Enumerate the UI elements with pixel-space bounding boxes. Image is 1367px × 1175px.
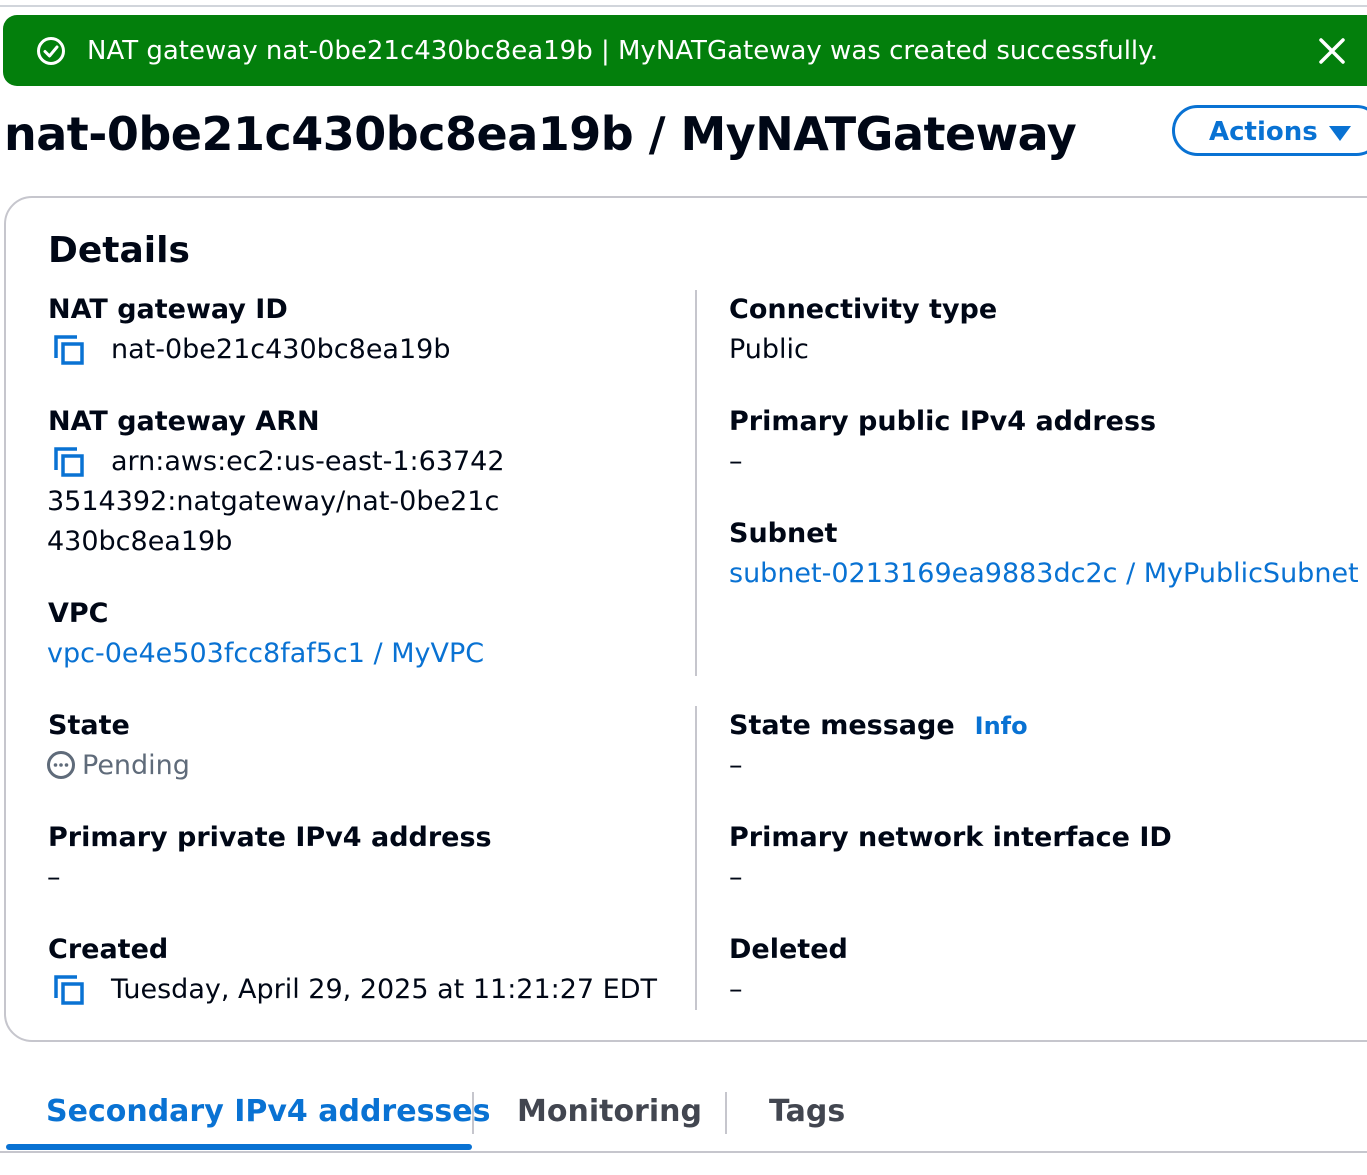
copy-icon[interactable] [52, 973, 86, 1007]
tab-monitoring[interactable]: Monitoring [517, 1092, 702, 1132]
top-divider [0, 5, 1367, 7]
created-label: Created [48, 934, 169, 965]
tab-tags[interactable]: Tags [769, 1092, 845, 1132]
state-message-label-text: State message [729, 710, 955, 741]
subnet-label: Subnet [729, 518, 838, 549]
info-link[interactable]: Info [975, 712, 1028, 740]
success-flashbar: NAT gateway nat-0be21c430bc8ea19b | MyNA… [3, 15, 1367, 86]
primary-network-interface-value: – [729, 862, 743, 893]
caret-down-icon [1329, 126, 1351, 141]
vpc-link[interactable]: vpc-0e4e503fcc8faf5c1 / MyVPC [47, 634, 484, 674]
created-value: Tuesday, April 29, 2025 at 11:21:27 EDT [111, 974, 658, 1005]
connectivity-type-label: Connectivity type [729, 294, 998, 325]
tab-separator [472, 1092, 474, 1134]
primary-public-ipv4-value: – [729, 446, 743, 477]
vpc-label: VPC [48, 598, 109, 629]
copy-icon[interactable] [52, 333, 86, 367]
state-message-value: – [729, 750, 743, 781]
pending-icon [47, 750, 75, 779]
deleted-value: – [729, 974, 743, 1005]
nat-gateway-id-label: NAT gateway ID [48, 294, 288, 325]
state-message-label: State message Info [729, 706, 1028, 746]
tab-bar-baseline [0, 1151, 1367, 1153]
state-label: State [48, 710, 130, 741]
close-icon[interactable] [1316, 35, 1348, 67]
nat-gateway-id-value: nat-0be21c430bc8ea19b [111, 334, 451, 365]
primary-network-interface-label: Primary network interface ID [729, 822, 1172, 853]
primary-public-ipv4-label: Primary public IPv4 address [729, 406, 1157, 437]
primary-private-ipv4-value: – [47, 862, 61, 893]
nat-gateway-arn-value: arn:aws:ec2:us-east-1:637423514392:natga… [47, 446, 505, 557]
deleted-label: Deleted [729, 934, 848, 965]
active-tab-indicator [6, 1144, 472, 1150]
details-container: Details NAT gateway ID nat-0be21c430bc8e… [4, 196, 1367, 1042]
check-circle-icon [37, 37, 65, 65]
subnet-link[interactable]: subnet-0213169ea9883dc2c / MyPublicSubne… [729, 554, 1359, 594]
tab-separator [725, 1092, 727, 1134]
state-value: Pending [82, 750, 190, 781]
primary-private-ipv4-label: Primary private IPv4 address [48, 822, 492, 853]
actions-button-label: Actions [1209, 117, 1318, 147]
actions-button[interactable]: Actions [1172, 105, 1367, 156]
tab-secondary-ipv4-addresses[interactable]: Secondary IPv4 addresses [46, 1092, 491, 1132]
state-indicator: Pending [46, 746, 190, 786]
column-divider-top [695, 290, 697, 676]
flash-message: NAT gateway nat-0be21c430bc8ea19b | MyNA… [87, 36, 1159, 66]
column-divider-bottom [695, 706, 697, 1010]
tab-bar: Secondary IPv4 addresses Monitoring Tags [0, 1080, 1367, 1155]
nat-gateway-arn-label: NAT gateway ARN [48, 406, 320, 437]
page-title: nat-0be21c430bc8ea19b / MyNATGateway [4, 107, 1077, 161]
connectivity-type-value: Public [729, 334, 809, 365]
details-heading: Details [48, 230, 190, 271]
